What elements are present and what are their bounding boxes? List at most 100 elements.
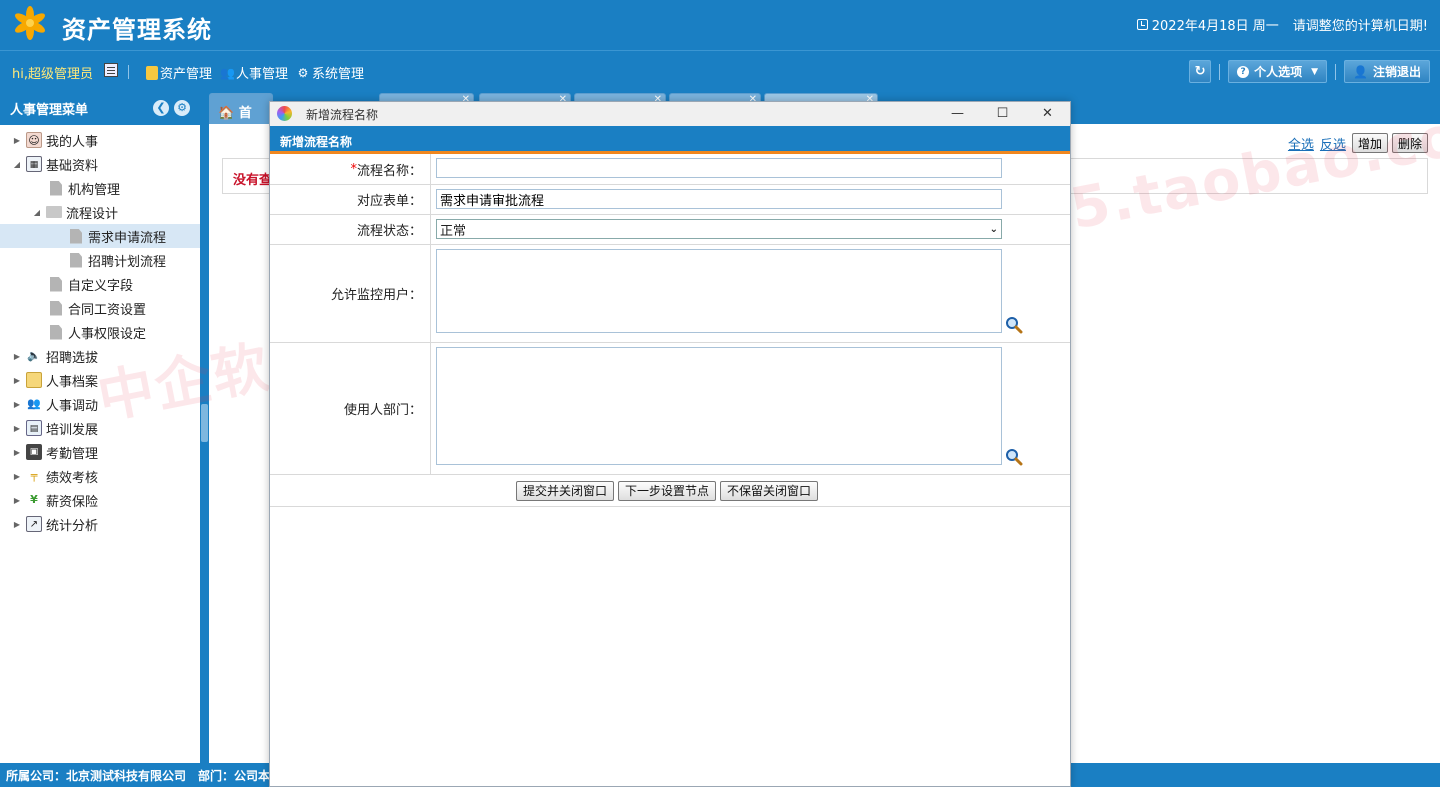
maximize-icon[interactable]: ☐: [980, 102, 1025, 126]
sidebar-item-label: 考勤管理: [46, 446, 99, 462]
personal-options-label: 个人选项: [1254, 65, 1303, 79]
money-icon: [146, 65, 158, 80]
menu-asset-management[interactable]: 资产管理: [146, 63, 212, 82]
sidebar-item-hr-permissions[interactable]: 人事权限设定: [0, 320, 200, 344]
current-date: 2022年4月18日 周一: [1151, 19, 1279, 34]
app-title: 资产管理系统: [62, 16, 212, 44]
form-input[interactable]: [436, 189, 1002, 209]
monitor-users-cell: [431, 245, 1070, 342]
expand-arrow-icon[interactable]: ▶: [12, 496, 22, 505]
sidebar-item-demand-process[interactable]: 需求申请流程: [0, 224, 200, 248]
top-navbar: hi,超级管理员 资产管理 👥 人事管理 ⚙ 系统管理 ↻ ? 个人选项 ▼ 👤…: [0, 50, 1440, 90]
discard-close-button[interactable]: 不保留关闭窗口: [720, 480, 819, 501]
sidebar-tree: ▶ ☺ 我的人事 ◢ ▦ 基础资料 机构管理 ◢ 流程设计 需求申请流程 招聘计…: [0, 125, 200, 536]
expand-arrow-icon[interactable]: ▶: [12, 472, 22, 481]
nav-divider: [1219, 63, 1221, 80]
menu-hr-management[interactable]: 👥 人事管理: [220, 63, 289, 83]
expand-arrow-icon[interactable]: ▶: [12, 352, 22, 361]
window-controls: — ☐ ✕: [935, 102, 1070, 126]
row-form: 对应表单：: [270, 185, 1070, 215]
sidebar-item-hr-archives[interactable]: ▶ 人事档案: [0, 368, 200, 392]
sidebar-item-performance[interactable]: ▶ ╤ 绩效考核: [0, 464, 200, 488]
monitor-users-textarea[interactable]: [436, 249, 1002, 333]
expand-arrow-icon[interactable]: ▶: [12, 424, 22, 433]
sidebar-item-label: 自定义字段: [68, 278, 134, 294]
sidebar-item-salary-insurance[interactable]: ▶ ¥ 薪资保险: [0, 488, 200, 512]
department-textarea[interactable]: [436, 347, 1002, 465]
sidebar-item-contract-salary[interactable]: 合同工资设置: [0, 296, 200, 320]
nav-divider: [128, 65, 129, 79]
submit-close-button[interactable]: 提交并关闭窗口: [515, 480, 614, 501]
sidebar-item-label: 薪资保险: [46, 494, 99, 510]
browser-logo-icon: [277, 106, 292, 121]
user-greeting: hi,超级管理员: [12, 67, 93, 82]
invert-selection-link[interactable]: 反选: [1320, 134, 1346, 153]
settings-icon[interactable]: ⚙: [174, 100, 190, 116]
process-name-cell: [431, 154, 1070, 184]
process-name-input[interactable]: [436, 158, 1002, 178]
nav-actions: ↻ ? 个人选项 ▼ 👤 注销退出: [1189, 60, 1430, 83]
sidebar-item-recruit-plan-process[interactable]: 招聘计划流程: [0, 248, 200, 272]
chevron-down-icon: ⌄: [989, 223, 998, 235]
sidebar-item-org-management[interactable]: 机构管理: [0, 176, 200, 200]
add-button[interactable]: 增加: [1351, 133, 1388, 153]
file-icon: [50, 324, 62, 340]
sidebar-item-label: 人事权限设定: [68, 326, 147, 342]
menu-label: 人事管理: [236, 67, 289, 82]
sidebar-item-process-design[interactable]: ◢ 流程设计: [0, 200, 200, 224]
new-process-dialog: 新增流程名称 — ☐ ✕ 新增流程名称 *流程名称： 对应表单： 流程状态： 正…: [269, 101, 1071, 787]
sidebar-item-basic-data[interactable]: ◢ ▦ 基础资料: [0, 152, 200, 176]
expand-arrow-icon[interactable]: ▶: [12, 400, 22, 409]
table-icon: ▦: [26, 156, 42, 172]
expand-arrow-icon[interactable]: ▶: [12, 520, 22, 529]
sidebar-item-custom-fields[interactable]: 自定义字段: [0, 272, 200, 296]
minimize-icon[interactable]: —: [935, 102, 980, 126]
next-step-button[interactable]: 下一步设置节点: [617, 480, 716, 501]
status-select[interactable]: 正常 ⌄: [436, 219, 1002, 239]
sidebar-item-statistics[interactable]: ▶ ↗ 统计分析: [0, 512, 200, 536]
sidebar-item-recruitment[interactable]: ▶ 🔈 招聘选拔: [0, 344, 200, 368]
department-cell: [431, 343, 1070, 474]
date-note: 请调整您的计算机日期!: [1292, 19, 1428, 34]
department-label: 使用人部门：: [270, 343, 431, 474]
sidebar-item-training[interactable]: ▶ ▤ 培训发展: [0, 416, 200, 440]
tab-home[interactable]: 🏠 首页: [209, 93, 273, 140]
file-icon: [70, 252, 82, 268]
collapse-arrow-icon[interactable]: ◢: [32, 208, 42, 217]
delete-button[interactable]: 删除: [1391, 133, 1428, 153]
search-icon[interactable]: [1005, 316, 1023, 334]
sidebar-item-label: 招聘计划流程: [88, 254, 167, 270]
refresh-button[interactable]: ↻: [1189, 60, 1212, 83]
sidebar-item-attendance[interactable]: ▶ ▣ 考勤管理: [0, 440, 200, 464]
dialog-window-title: 新增流程名称: [306, 108, 379, 122]
expand-arrow-icon[interactable]: ▶: [12, 448, 22, 457]
collapse-arrow-icon[interactable]: ◢: [12, 160, 22, 169]
dialog-header: 新增流程名称: [270, 126, 1070, 154]
collapse-left-icon[interactable]: ❮: [153, 100, 169, 116]
sidebar-item-my-hr[interactable]: ▶ ☺ 我的人事: [0, 128, 200, 152]
notebook-icon[interactable]: [104, 63, 118, 77]
search-icon[interactable]: [1005, 448, 1023, 466]
file-icon: [50, 300, 62, 316]
sidebar-item-label: 基础资料: [46, 158, 99, 174]
menu-system-management[interactable]: ⚙ 系统管理: [296, 63, 364, 83]
sidebar-splitter[interactable]: [200, 91, 209, 763]
sidebar-item-hr-transfer[interactable]: ▶ 👥 人事调动: [0, 392, 200, 416]
status-selected-value: 正常: [440, 223, 467, 239]
sidebar-item-label: 需求申请流程: [88, 230, 167, 246]
form-cell: [431, 185, 1070, 214]
process-name-label-text: 流程名称：: [356, 163, 422, 179]
speaker-icon: 🔈: [27, 349, 41, 362]
expand-arrow-icon[interactable]: ▶: [12, 376, 22, 385]
personal-options-button[interactable]: ? 个人选项 ▼: [1228, 60, 1328, 83]
dialog-titlebar[interactable]: 新增流程名称 — ☐ ✕: [270, 102, 1070, 126]
close-icon[interactable]: ✕: [1025, 102, 1070, 126]
expand-arrow-icon[interactable]: ▶: [12, 136, 22, 145]
sidebar-item-label: 人事档案: [46, 374, 99, 390]
logout-button[interactable]: 👤 注销退出: [1344, 60, 1430, 83]
splitter-grip-icon[interactable]: [201, 404, 208, 442]
no-record-message: 没有查: [233, 173, 273, 188]
select-all-link[interactable]: 全选: [1288, 134, 1314, 153]
sidebar-item-label: 人事调动: [46, 398, 99, 414]
user-icon: 👤: [1353, 64, 1368, 79]
